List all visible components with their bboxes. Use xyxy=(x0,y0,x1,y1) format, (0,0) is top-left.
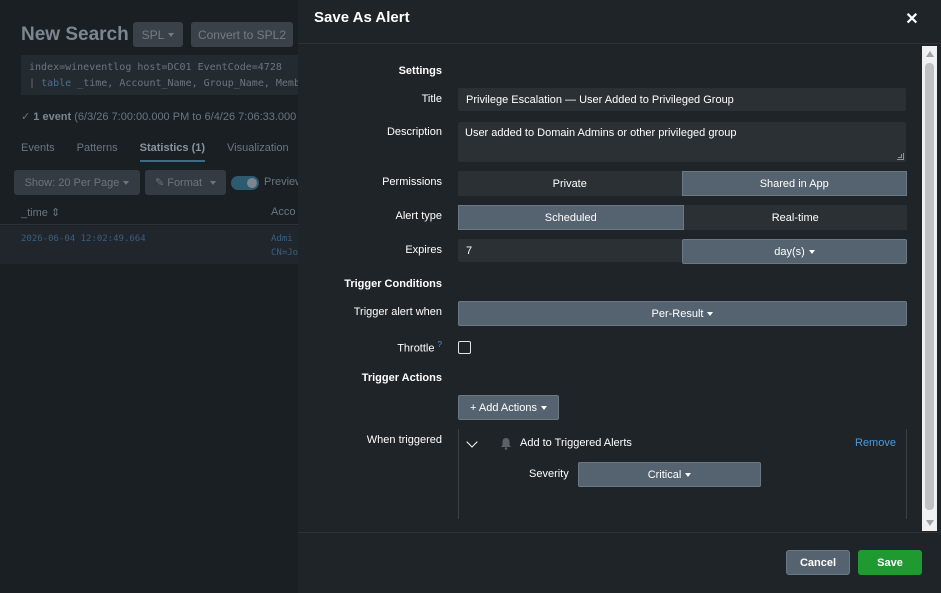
preview-toggle xyxy=(231,176,259,190)
permission-private[interactable]: Private xyxy=(458,171,682,196)
query-pipe: | xyxy=(29,78,36,89)
close-icon[interactable]: ✕ xyxy=(901,8,923,30)
chevron-down-icon[interactable] xyxy=(466,436,478,448)
add-actions-label: + Add Actions xyxy=(470,401,537,414)
chevron-down-icon xyxy=(210,180,217,185)
alert-type-realtime[interactable]: Real-time xyxy=(683,205,907,230)
save-button[interactable]: Save xyxy=(858,550,922,575)
cancel-button[interactable]: Cancel xyxy=(786,550,850,575)
event-count: 1 event xyxy=(33,111,72,123)
convert-spl2-button: Convert to SPL2 xyxy=(191,22,293,47)
row-account-1: Admi xyxy=(271,234,293,244)
dialog-title: Save As Alert xyxy=(314,9,410,26)
tab-statistics: Statistics (1) xyxy=(139,142,206,162)
col-time: _time ⇕ xyxy=(21,207,61,219)
query-line-1: index=wineventlog host=DC01 EventCode=47… xyxy=(29,62,282,73)
query-command: table xyxy=(41,78,72,89)
add-actions-button[interactable]: + Add Actions xyxy=(458,395,559,420)
trigger-when-value: Per-Result xyxy=(651,307,704,320)
event-range: (6/3/26 7:00:00.000 PM to 6/4/26 7:06:33… xyxy=(74,111,297,123)
trigger-when-label: Trigger alert when xyxy=(353,306,442,318)
alert-type-label: Alert type xyxy=(395,210,442,222)
expires-label: Expires xyxy=(405,244,442,256)
chevron-down-icon xyxy=(168,32,175,37)
permission-shared-in-app[interactable]: Shared in App xyxy=(681,171,907,196)
search-query: index=wineventlog host=DC01 EventCode=47… xyxy=(21,55,306,95)
trigger-when-dropdown[interactable]: Per-Result xyxy=(458,301,907,326)
severity-dropdown[interactable]: Critical xyxy=(578,462,761,487)
chevron-down-icon xyxy=(540,405,547,410)
chevron-down-icon xyxy=(808,249,815,254)
triggered-action-panel: Add to Triggered Alerts Remove Severity … xyxy=(458,429,907,519)
spl-label: SPL xyxy=(141,27,165,42)
scroll-down-icon[interactable] xyxy=(926,520,934,526)
help-icon[interactable]: ? xyxy=(438,340,442,349)
per-page-label: Show: 20 Per Page xyxy=(24,176,120,189)
bell-icon xyxy=(501,438,511,450)
tab-patterns: Patterns xyxy=(76,142,118,154)
dialog-header: Save As Alert ✕ xyxy=(298,0,941,44)
description-label: Description xyxy=(386,126,442,138)
action-name: Add to Triggered Alerts xyxy=(520,437,632,449)
throttle-text: Throttle xyxy=(397,342,435,355)
chevron-down-icon xyxy=(707,311,714,316)
trigger-actions-header: Trigger Actions xyxy=(361,372,442,384)
per-page-dropdown: Show: 20 Per Page xyxy=(14,170,140,195)
alert-type-scheduled[interactable]: Scheduled xyxy=(458,205,684,230)
throttle-checkbox[interactable] xyxy=(458,341,471,354)
tab-visualization: Visualization xyxy=(227,142,289,154)
dialog-footer: Cancel Save xyxy=(298,532,941,593)
resize-handle-icon[interactable] xyxy=(897,153,904,160)
chevron-down-icon xyxy=(685,472,692,477)
row-account-2: CN=Jo xyxy=(271,248,299,258)
save-as-alert-dialog: Save As Alert ✕ Settings Title Privilege… xyxy=(298,0,941,593)
title-input[interactable]: Privilege Escalation — User Added to Pri… xyxy=(458,88,906,111)
severity-value: Critical xyxy=(647,468,682,481)
scrollbar-thumb[interactable] xyxy=(925,63,934,510)
format-dropdown: ✎ Format xyxy=(145,170,226,195)
table-header: _time ⇕ Acco xyxy=(0,200,300,225)
col-time-label: _time xyxy=(21,207,48,219)
page-title: New Search xyxy=(21,24,129,45)
results-tabs: Events Patterns Statistics (1) Visualiza… xyxy=(21,142,289,162)
row-time: 2026-06-04 12:02:49.664 xyxy=(21,234,146,244)
spl-dropdown: SPL xyxy=(133,22,183,47)
col-account: Acco xyxy=(271,206,296,218)
table-row: 2026-06-04 12:02:49.664 Admi CN=Jo xyxy=(0,226,300,264)
query-fields: _time, Account_Name, Group_Name, Member_ xyxy=(77,78,306,89)
expires-unit-dropdown[interactable]: day(s) xyxy=(682,239,907,264)
query-line-2: | table _time, Account_Name, Group_Name,… xyxy=(29,76,306,92)
throttle-label: Throttle ? xyxy=(397,340,442,355)
when-triggered-label: When triggered xyxy=(366,434,442,446)
tab-events: Events xyxy=(21,142,55,154)
event-summary: ✓ 1 event (6/3/26 7:00:00.000 PM to 6/4/… xyxy=(21,111,297,123)
description-textarea[interactable]: User added to Domain Admins or other pri… xyxy=(458,122,906,162)
alert-type-toggle: Scheduled Real-time xyxy=(458,205,907,230)
expires-input[interactable]: 7 xyxy=(458,239,682,262)
permissions-label: Permissions xyxy=(382,176,442,188)
format-label: Format xyxy=(167,176,203,189)
dialog-scrollbar[interactable] xyxy=(922,46,937,531)
settings-header: Settings xyxy=(398,65,442,77)
title-label: Title xyxy=(421,93,442,105)
remove-action-link[interactable]: Remove xyxy=(855,437,896,449)
chevron-down-icon xyxy=(123,180,130,185)
description-text: User added to Domain Admins or other pri… xyxy=(465,127,737,139)
expires-unit-label: day(s) xyxy=(774,245,805,258)
severity-label: Severity xyxy=(529,468,569,480)
scroll-up-icon[interactable] xyxy=(926,51,934,57)
trigger-conditions-header: Trigger Conditions xyxy=(344,278,442,290)
permissions-toggle: Private Shared in App xyxy=(458,171,907,196)
dialog-body: Settings Title Privilege Escalation — Us… xyxy=(298,45,941,532)
